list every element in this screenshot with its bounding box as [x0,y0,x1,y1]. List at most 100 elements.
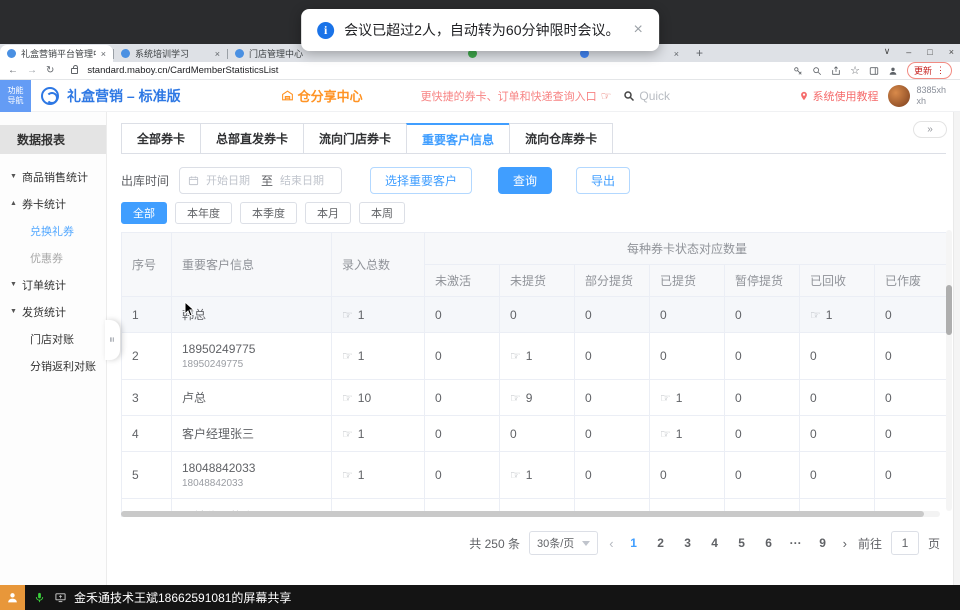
quick-filter-chip[interactable]: 本周 [359,202,405,224]
participant-icon[interactable] [0,585,25,610]
microphone-icon[interactable] [34,591,45,604]
query-button[interactable]: 查询 [498,167,552,194]
count-cell[interactable]: ☞1 [500,452,575,499]
count-cell[interactable]: ☞10 [332,380,425,416]
side-panel-icon[interactable] [869,66,879,76]
sidebar-item[interactable]: ▼商品销售统计 [0,163,106,190]
page-number[interactable]: 4 [706,536,724,550]
browser-tab[interactable]: 系统培训学习× [114,45,227,62]
content-tab[interactable]: 重要客户信息 [406,123,509,153]
sidebar-item[interactable]: ▲券卡统计 [0,190,106,217]
quick-filter-chip[interactable]: 本年度 [175,202,232,224]
screen-share-icon[interactable] [54,592,67,603]
quick-filter-chip[interactable]: 本月 [305,202,351,224]
user-avatar[interactable] [888,85,910,107]
export-button[interactable]: 导出 [576,167,630,194]
panel-collapse-button[interactable]: » [913,121,947,138]
customer-cell[interactable]: 卢总 [172,380,332,416]
sidebar-item[interactable]: ▼订单统计 [0,271,106,298]
notification-text: 会议已超过2人，自动转为60分钟限时会议。 [344,20,619,40]
browser-menu-icon[interactable]: ⋮ [936,65,945,76]
tab-search-icon[interactable]: ∨ [884,46,891,57]
profile-icon[interactable] [888,66,898,76]
page-size-select[interactable]: 30条/页 [529,531,598,555]
page-number[interactable]: 9 [814,536,832,550]
prev-page-button[interactable]: ‹ [607,536,615,551]
quick-filter-chip[interactable]: 本季度 [240,202,297,224]
count-cell[interactable]: ☞9 [500,380,575,416]
user-info[interactable]: 8385xh xh [916,85,946,107]
count-cell[interactable]: ☞1 [332,333,425,380]
tab-title: 礼盒营销平台管理中心 [21,47,96,60]
end-date-input[interactable] [280,175,328,187]
count-cell[interactable]: ☞1 [332,297,425,333]
count-cell[interactable]: ☞1 [332,416,425,452]
col-header-no: 序号 [122,233,172,297]
minimize-button[interactable]: – [906,47,911,57]
vertical-scrollbar-thumb[interactable] [946,285,952,335]
sidebar-item[interactable]: 优惠券 [0,244,106,271]
content-tab[interactable]: 全部券卡 [121,123,200,153]
count-cell: 0 [725,452,800,499]
count-value: 0 [510,308,517,322]
key-icon[interactable] [793,66,803,76]
quick-search-input[interactable] [639,89,694,103]
sidebar-item[interactable]: 分销返利对账 [0,352,106,379]
maximize-button[interactable]: □ [927,47,932,57]
count-value: 0 [660,308,667,322]
page-number[interactable]: 2 [652,536,670,550]
close-window-button[interactable]: × [949,47,954,57]
start-date-input[interactable] [206,175,254,187]
count-cell[interactable]: ☞1 [800,297,875,333]
tab-close-icon[interactable]: × [215,49,220,59]
chrome-update-button[interactable]: 更新 ⋮ [907,62,952,79]
tab-close-icon[interactable]: × [101,49,106,59]
page-number[interactable]: 3 [679,536,697,550]
vertical-scrollbar[interactable] [946,230,952,511]
zoom-icon[interactable] [812,66,822,76]
sidebar-item[interactable]: 兑换礼券 [0,217,106,244]
page-number[interactable]: 5 [733,536,751,550]
count-cell[interactable]: ☞1 [650,380,725,416]
customer-cell[interactable]: 韩总 [172,297,332,333]
notification-close-icon[interactable]: × [634,21,643,39]
content-tab[interactable]: 总部直发券卡 [200,123,303,153]
person-icon [6,591,19,604]
quick-filter-chip[interactable]: 全部 [121,202,167,224]
function-nav-toggle[interactable]: 功能 导航 [0,80,31,112]
content-tab[interactable]: 流向仓库券卡 [509,123,613,153]
bookmark-star-icon[interactable]: ☆ [850,64,860,77]
count-cell[interactable]: ☞1 [500,333,575,380]
page-scrollbar[interactable] [953,80,960,585]
horizontal-scrollbar[interactable] [121,511,940,517]
new-tab-button[interactable]: + [696,46,703,60]
browser-tab[interactable]: 礼盒营销平台管理中心 × [0,45,113,62]
url-text[interactable]: standard.maboy.cn/CardMemberStatisticsLi… [87,65,278,76]
system-tutorial-link[interactable]: 系统使用教程 [799,88,878,104]
page-number[interactable]: 6 [760,536,778,550]
count-cell: 0 [650,297,725,333]
warehouse-share-center-link[interactable]: 仓分享中心 [281,86,363,105]
customer-cell[interactable]: 1804884203318048842033 [172,452,332,499]
content-tab[interactable]: 流向门店券卡 [303,123,406,153]
window-controls: ∨ – □ × [884,46,954,57]
sidebar-item[interactable]: ▼发货统计 [0,298,106,325]
count-cell[interactable]: ☞1 [650,416,725,452]
sidebar-item[interactable]: 门店对账 [0,325,106,352]
sidebar-collapse-handle[interactable]: ≡ [105,320,120,360]
customer-cell[interactable]: 客户经理张三 [172,416,332,452]
share-icon[interactable] [831,66,841,76]
page-number[interactable]: 1 [625,536,643,550]
reload-icon[interactable]: ↻ [46,65,54,76]
customer-cell[interactable]: 1895024977518950249775 [172,333,332,380]
select-customer-button[interactable]: 选择重要客户 [370,167,472,194]
next-page-button[interactable]: › [841,536,849,551]
tab-close-icon[interactable]: × [674,49,679,59]
date-range-picker[interactable]: 至 [179,167,342,194]
col-header-status: 未激活 [425,265,500,297]
forward-icon[interactable]: → [27,65,37,76]
count-cell[interactable]: ☞1 [332,452,425,499]
horizontal-scrollbar-thumb[interactable] [121,511,924,517]
back-icon[interactable]: ← [8,65,18,76]
goto-page-input[interactable] [891,531,919,555]
